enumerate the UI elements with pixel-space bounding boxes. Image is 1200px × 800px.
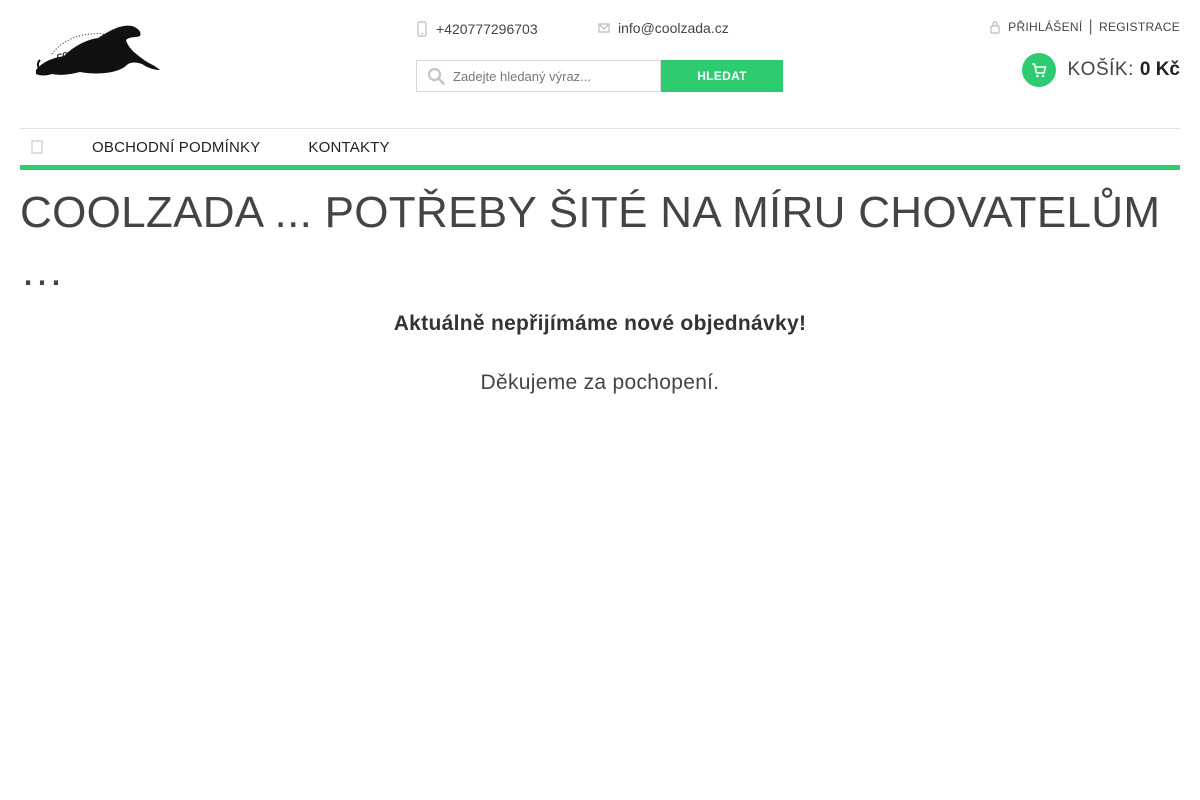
- envelope-icon: [598, 23, 610, 33]
- account-separator: |: [1088, 18, 1093, 35]
- search-icon: [427, 67, 445, 85]
- shopping-cart-icon: [1031, 63, 1046, 78]
- register-link[interactable]: REGISTRACE: [1099, 20, 1180, 34]
- cart-label: KOŠÍK:: [1067, 59, 1134, 80]
- search-input[interactable]: [453, 68, 653, 84]
- phone-icon: [417, 21, 427, 37]
- home-icon: [31, 140, 43, 154]
- account-links: PŘIHLÁŠENÍ | REGISTRACE: [990, 18, 1180, 36]
- orders-closed-notice: Aktuálně nepřijímáme nové objednávky!: [393, 312, 807, 335]
- search-field[interactable]: [416, 60, 661, 92]
- login-link[interactable]: PŘIHLÁŠENÍ: [1008, 20, 1082, 34]
- cart-icon[interactable]: [1021, 53, 1056, 87]
- phone-contact[interactable]: +420777296703: [416, 21, 538, 37]
- phone-number[interactable]: +420777296703: [436, 21, 538, 37]
- search-form: HLEDAT: [416, 60, 783, 92]
- thanks-message: Děkujeme za pochopení.: [480, 371, 720, 394]
- nav-item-kontakty[interactable]: KONTAKTY: [308, 139, 389, 156]
- main-navigation: OBCHODNÍ PODMÍNKY KONTAKTY: [20, 128, 1180, 170]
- site-logo[interactable]: COOLZADA: [32, 18, 164, 80]
- cart-summary[interactable]: KOŠÍK: 0 Kč: [1021, 53, 1180, 87]
- page-title: COOLZADA ... POTŘEBY ŠITÉ NA MÍRU CHOVAT…: [20, 188, 1161, 295]
- email-contact[interactable]: info@coolzada.cz: [598, 20, 729, 36]
- lock-icon: [990, 21, 1000, 34]
- nav-home[interactable]: [20, 129, 54, 165]
- email-address[interactable]: info@coolzada.cz: [618, 20, 729, 36]
- cart-amount: 0 Kč: [1139, 59, 1180, 80]
- search-button[interactable]: HLEDAT: [661, 60, 783, 92]
- nav-item-obchodni-podminky[interactable]: OBCHODNÍ PODMÍNKY: [92, 139, 260, 156]
- coolzada-greyhound-logo: COOLZADA: [36, 25, 160, 76]
